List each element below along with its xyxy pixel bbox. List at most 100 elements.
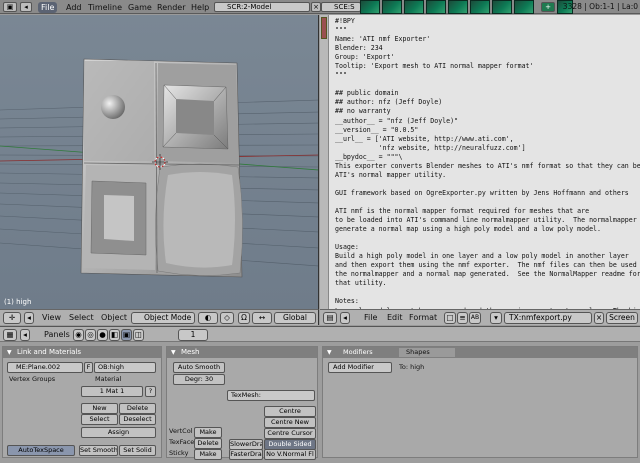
text-line[interactable]: ## author: nfz (Jeff Doyle) [335,98,640,107]
text-line[interactable] [335,198,640,207]
text-browse-icon[interactable]: ▾ [490,312,502,324]
text-line[interactable]: Tooltip: 'Export mesh to ATI normal mapp… [335,62,640,71]
pivot-icon[interactable]: ◇ [220,312,234,324]
screen-button[interactable]: Screen [606,312,638,324]
editor-type-icon[interactable]: ✛ [3,312,21,324]
text-line[interactable]: """ [335,71,640,80]
fake-user-button[interactable]: F [84,362,93,373]
frame-field[interactable]: 1 [178,329,208,341]
text-line[interactable]: that utility. [335,279,640,288]
faster-draw-button[interactable]: FasterDra [229,449,263,460]
centre-new-button[interactable]: Centre New [264,417,316,428]
collapse-header-icon[interactable]: ◂ [340,312,350,324]
object-context-icon[interactable]: ◧ [109,329,120,341]
text-line[interactable]: This exporter converts Blender meshes to… [335,162,640,171]
logic-context-icon[interactable]: ◉ [73,329,84,341]
text-line[interactable]: generate a normal map using a high poly … [335,225,640,234]
auto-smooth-toggle[interactable]: Auto Smooth [173,362,225,373]
screen-selector[interactable]: SCR:2-Model [214,2,310,12]
text-line[interactable]: __bpydoc__ = """\ [335,153,640,162]
menu-add[interactable]: Add [66,2,82,13]
add-modifier-menu[interactable]: Add Modifier [328,362,392,373]
text-line[interactable] [335,180,640,189]
text-line[interactable]: Name: 'ATI nmf Exporter' [335,35,640,44]
mesh-object[interactable] [80,58,243,278]
assign-material-button[interactable]: Assign [81,427,156,438]
text-line[interactable]: Blender: 234 [335,44,640,53]
text-line[interactable]: __version__ = "0.0.5" [335,126,640,135]
tab-shapes[interactable]: Shapes [399,348,455,357]
text-line[interactable]: __author__ = "nfz (Jeff Doyle)" [335,117,640,126]
delete-material-button[interactable]: Delete [119,403,156,414]
scene-selector[interactable]: SCE:S [321,2,361,12]
add-plus-icon[interactable]: + [541,2,555,12]
editing-context-icon[interactable]: ▣ [121,329,132,341]
collapse-triangle-icon[interactable]: ▼ [327,347,332,358]
text-line[interactable]: Group: 'Export' [335,53,640,62]
text-line[interactable]: GUI framework based on OgreExporter.py w… [335,189,640,198]
editor-type-icon[interactable]: ▤ [323,312,337,324]
scrollbar-thumb[interactable] [321,17,327,39]
text-name-field[interactable]: TX:nmfexport.py [504,312,592,324]
script-text[interactable]: #!BPY """ Name: 'ATI nmf Exporter' Blender:… [335,17,640,309]
menu-object[interactable]: Object [101,313,127,323]
close-screen-icon[interactable]: × [311,2,321,12]
text-scrollbar[interactable] [320,15,329,309]
3d-viewport[interactable]: (1) high [0,15,319,309]
fullscreen-icon[interactable]: □ [444,312,456,324]
menu-timeline[interactable]: Timeline [88,2,122,13]
menu-select[interactable]: Select [69,313,94,323]
delete-texface-button[interactable]: Delete [194,438,222,449]
menu-format[interactable]: Format [409,313,437,323]
collapse-header-icon[interactable]: ◂ [20,329,30,341]
shading-context-icon[interactable]: ● [97,329,108,341]
menu-game[interactable]: Game [128,2,152,13]
text-line[interactable]: 'nfz website, http://neuralfuzz.com'] [335,144,640,153]
new-material-button[interactable]: New [81,403,118,414]
set-smooth-button[interactable]: Set Smooth [79,445,118,456]
smooth-degree-field[interactable]: Degr: 30 [173,374,225,385]
text-line[interactable]: """ [335,26,640,35]
text-line[interactable] [335,80,640,89]
material-index-field[interactable]: 1 Mat 1 [81,386,143,397]
transform-icon[interactable]: ↔ [252,312,272,324]
editor-type-icon[interactable]: ▦ [3,329,17,341]
script-context-icon[interactable]: ◎ [85,329,96,341]
centre-button[interactable]: Centre [264,406,316,417]
auto-tex-space-button[interactable]: AutoTexSpace [7,445,75,456]
orientation-selector[interactable]: Global [274,312,316,324]
text-line[interactable]: the normalmapper and a normal map genera… [335,270,640,279]
panel-header[interactable]: ▼ Mesh [167,347,317,358]
menu-file[interactable]: File [38,2,58,13]
mesh-name-field[interactable]: ME:Plane.002 [7,362,83,373]
scene-context-icon[interactable]: ◫ [133,329,144,341]
menu-help[interactable]: Help [191,2,209,13]
make-sticky-button[interactable]: Make [194,449,222,460]
text-line[interactable]: to be loaded into ATI's command line nor… [335,216,640,225]
select-material-button[interactable]: Select [81,414,118,425]
text-line[interactable]: Usage: [335,243,640,252]
text-line[interactable]: ATI's normal mapper utility. [335,171,640,180]
ab-button[interactable]: AB [469,312,481,324]
text-line[interactable]: Build a high poly model in one layer and… [335,252,640,261]
collapse-triangle-icon[interactable]: ▼ [171,347,176,358]
text-editor[interactable]: #!BPY """ Name: 'ATI nmf Exporter' Blender:… [320,15,640,309]
collapse-menu-icon[interactable]: ◂ [20,2,32,12]
text-line[interactable]: ## public domain [335,89,640,98]
text-line[interactable]: ## no warranty [335,107,640,116]
tab-modifiers[interactable]: Modifiers [343,348,373,357]
panel-header[interactable]: ▼ Link and Materials [3,347,161,358]
viewport-canvas[interactable] [0,15,319,309]
close-text-icon[interactable]: × [594,312,604,324]
menu-edit[interactable]: Edit [387,313,403,323]
text-line[interactable] [335,234,640,243]
menu-render[interactable]: Render [157,2,185,13]
deselect-material-button[interactable]: Deselect [119,414,156,425]
set-solid-button[interactable]: Set Solid [119,445,156,456]
no-vnormal-flip-toggle[interactable]: No V.Normal Fl [264,449,316,460]
draw-type-icon[interactable]: ◐ [198,312,218,324]
text-line[interactable] [335,288,640,297]
menu-file[interactable]: File [364,313,377,323]
line-numbers-icon[interactable]: ≡ [457,312,468,324]
material-help-button[interactable]: ? [145,386,156,397]
